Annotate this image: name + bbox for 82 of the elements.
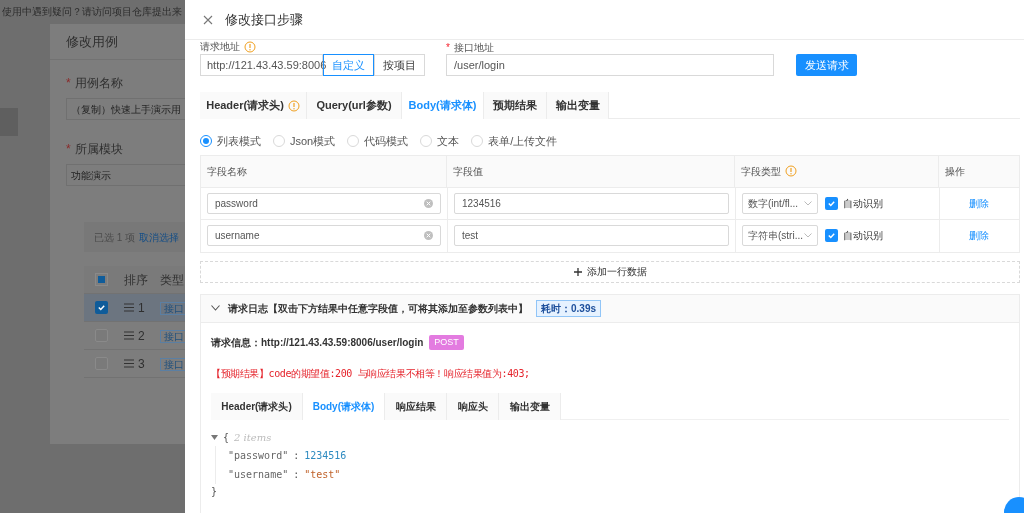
tab[interactable]: Query(url参数) bbox=[307, 92, 402, 119]
order-number: 1 bbox=[138, 299, 145, 317]
checkbox[interactable] bbox=[94, 301, 108, 314]
info-icon bbox=[244, 41, 256, 53]
checkbox-label: 自动识别 bbox=[843, 196, 883, 211]
checkbox-label: 自动识别 bbox=[843, 229, 883, 243]
chevron-down-icon bbox=[804, 200, 812, 206]
error-message: 【预期结果】code的期望值:200 与响应结果不相等！响应结果值为:403; bbox=[211, 366, 531, 381]
checkbox[interactable] bbox=[825, 196, 838, 210]
json-key: "username" bbox=[228, 466, 289, 482]
select-value: 数字(int/fl... bbox=[748, 196, 798, 211]
field-label: 用例名称 bbox=[74, 75, 123, 92]
json-value: "test" bbox=[304, 467, 341, 482]
column-header: 字段值 bbox=[453, 164, 484, 179]
input-field[interactable]: 功能演示 bbox=[66, 164, 185, 186]
order-number: 2 bbox=[138, 327, 145, 345]
select-value: 字符串(stri... bbox=[748, 229, 803, 243]
radio-option[interactable]: 表单/上传文件 bbox=[471, 133, 558, 150]
collapse-header[interactable]: 请求日志【双击下方结果中任意字段值，可将其添加至参数列表中】 耗时：0.39s bbox=[201, 294, 1019, 323]
radio-option[interactable]: 列表模式 bbox=[200, 133, 261, 150]
drag-handle-icon bbox=[124, 359, 134, 368]
info-icon bbox=[784, 165, 797, 177]
chevron-down-icon bbox=[804, 233, 812, 238]
radio-option[interactable]: 文本 bbox=[420, 133, 460, 150]
checkbox[interactable] bbox=[825, 229, 838, 242]
path-input[interactable]: /user/login bbox=[446, 54, 774, 76]
tab[interactable]: 输出变量 bbox=[499, 392, 561, 420]
drag-handle-icon bbox=[124, 303, 134, 312]
method-badge: POST bbox=[429, 334, 464, 350]
column-header: 排序 bbox=[123, 271, 149, 289]
field-value: password bbox=[215, 196, 258, 211]
field-label: 请求地址 bbox=[200, 42, 240, 52]
tab[interactable]: 输出变量 bbox=[547, 92, 609, 119]
tab[interactable]: 响应头 bbox=[447, 392, 499, 420]
column-header: 字段类型 bbox=[740, 164, 781, 179]
order-number: 3 bbox=[138, 355, 145, 373]
request-info: 请求信息：http://121.43.43.59:8006/user/login bbox=[211, 335, 424, 350]
check-icon bbox=[96, 303, 106, 312]
input-field[interactable]: （复制）快速上手演示用 bbox=[66, 98, 185, 120]
json-value: 1234516 bbox=[304, 448, 347, 463]
tab[interactable]: 响应结果 bbox=[385, 392, 447, 420]
input-field[interactable]: test bbox=[454, 225, 729, 246]
item-count: 2 items bbox=[234, 431, 272, 445]
radio-option[interactable]: 代码模式 bbox=[347, 133, 409, 150]
required-mark: * bbox=[66, 141, 71, 158]
type-select[interactable]: 数字(int/fl... bbox=[742, 192, 818, 214]
json-colon: : bbox=[293, 467, 300, 482]
time-badge: 耗时：0.39s bbox=[536, 299, 602, 317]
close-icon bbox=[203, 14, 213, 25]
required-mark: * bbox=[446, 43, 450, 53]
json-brace: { bbox=[223, 431, 230, 445]
column-header: 字段名称 bbox=[207, 164, 247, 179]
check-icon bbox=[827, 198, 836, 208]
drawer-title: 修改接口步骤 bbox=[225, 10, 303, 29]
field-label: 接口地址 bbox=[453, 43, 494, 53]
required-mark: * bbox=[66, 75, 71, 92]
field-value: username bbox=[215, 229, 260, 243]
triangle-down-icon bbox=[211, 435, 218, 440]
input-field[interactable]: username bbox=[207, 225, 441, 246]
type-select[interactable]: 字符串(stri... bbox=[742, 225, 818, 246]
json-brace: } bbox=[211, 484, 219, 499]
drag-handle-icon bbox=[124, 331, 134, 340]
tab[interactable]: Header(请求头) bbox=[211, 392, 303, 420]
tab[interactable]: Header(请求头) bbox=[200, 92, 307, 119]
column-header: 类型 bbox=[159, 271, 185, 289]
column-header: 操作 bbox=[945, 164, 966, 179]
field-label: 所属模块 bbox=[74, 141, 123, 158]
add-row-button[interactable]: 添加一行数据 bbox=[200, 260, 1020, 283]
modal-title: 修改用例 bbox=[66, 32, 118, 51]
tab[interactable]: 预期结果 bbox=[484, 92, 547, 119]
input-field[interactable]: password bbox=[207, 192, 441, 214]
clear-icon bbox=[424, 231, 433, 240]
plus-icon bbox=[573, 267, 582, 276]
clear-icon bbox=[424, 198, 433, 208]
input-field[interactable]: 1234516 bbox=[454, 192, 729, 214]
log-title: 请求日志【双击下方结果中任意字段值，可将其添加至参数列表中】 bbox=[228, 301, 528, 316]
mode-button[interactable]: 按项目 bbox=[374, 54, 425, 76]
json-key: "password" bbox=[228, 447, 289, 463]
check-icon bbox=[827, 231, 836, 240]
json-colon: : bbox=[293, 448, 300, 463]
radio-option[interactable]: Json模式 bbox=[273, 133, 336, 150]
checkbox[interactable] bbox=[94, 273, 108, 286]
